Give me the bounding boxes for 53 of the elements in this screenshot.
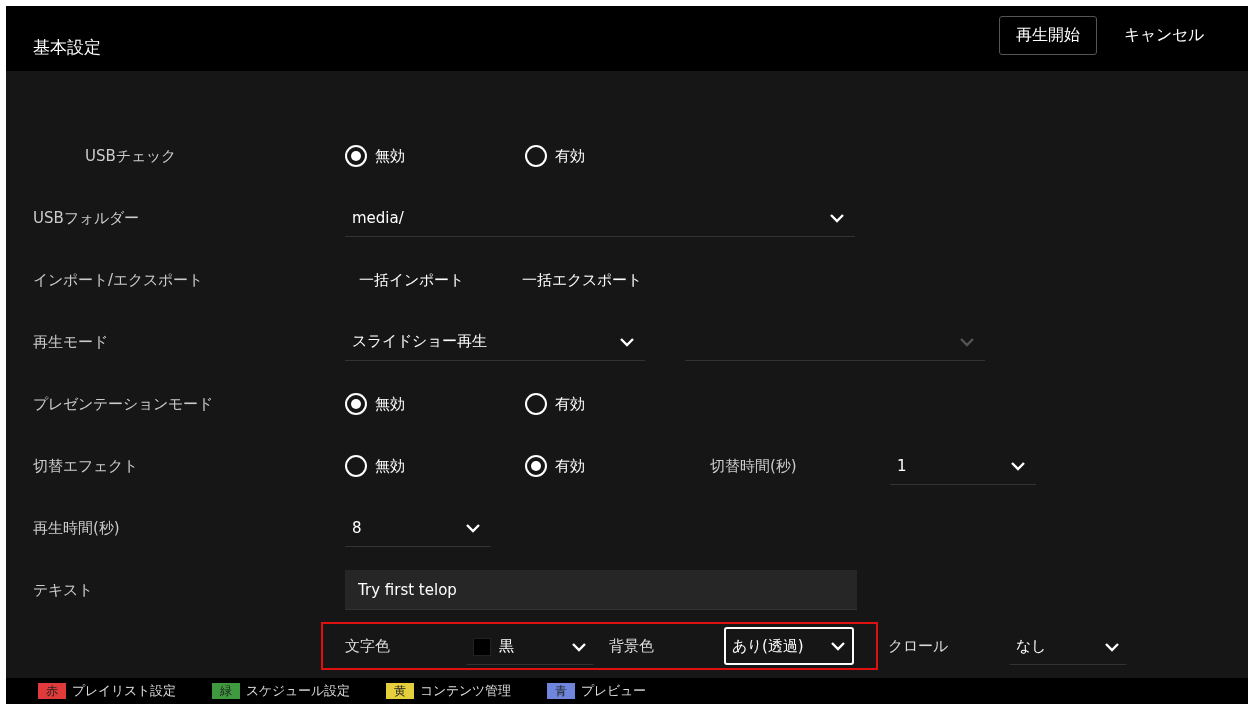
radio-label: 有効 [555, 146, 585, 166]
radio-label: 無効 [375, 456, 405, 476]
radio-label: 無効 [375, 146, 405, 166]
chevron-down-icon [1010, 460, 1026, 471]
setting-label: インポート/エクスポート [33, 270, 205, 290]
cancel-button[interactable]: キャンセル [1107, 16, 1221, 55]
text-field[interactable]: Try first telop [345, 570, 857, 610]
page-title: 基本設定 [33, 36, 102, 59]
dropdown[interactable]: 8 [345, 509, 491, 547]
chevron-down-icon [1104, 641, 1120, 652]
setting-label: プレゼンテーションモード [33, 394, 214, 414]
setting-label: 再生モード [33, 332, 109, 352]
color-key: 緑 [212, 683, 240, 699]
radio-option[interactable]: 無効 [345, 393, 525, 415]
dropdown[interactable]: スライドショー再生 [345, 323, 645, 361]
chevron-down-icon [571, 641, 587, 652]
action-button[interactable]: 一括エクスポート [508, 262, 656, 298]
setting-label: USBチェック [85, 146, 177, 166]
key-label: コンテンツ管理 [420, 682, 511, 700]
field-label: クロール [888, 636, 949, 656]
chevron-down-icon [829, 212, 845, 223]
radio-option[interactable]: 有効 [525, 145, 705, 167]
chevron-down-icon [959, 336, 975, 347]
dropdown[interactable]: 黒 [465, 627, 595, 665]
color-key: 黄 [386, 683, 414, 699]
dropdown[interactable]: media/ [345, 199, 855, 237]
field-label: 文字色 [345, 636, 391, 656]
radio-option[interactable]: 無効 [345, 145, 525, 167]
dropdown[interactable]: あり(透過) [724, 627, 854, 665]
setting-label: テキスト [33, 580, 94, 600]
radio-option[interactable]: 無効 [345, 455, 525, 477]
key-label: スケジュール設定 [246, 682, 350, 700]
color-key: 青 [547, 683, 575, 699]
dropdown[interactable]: なし [1008, 627, 1128, 665]
chevron-down-icon [830, 641, 846, 651]
radio-label: 有効 [555, 394, 585, 414]
radio-option[interactable]: 有効 [525, 455, 705, 477]
radio-label: 無効 [375, 394, 405, 414]
setting-label: 切替エフェクト [33, 456, 139, 476]
play-button[interactable]: 再生開始 [999, 16, 1097, 55]
key-label: プレイリスト設定 [72, 682, 176, 700]
color-key: 赤 [38, 683, 66, 699]
key-label: プレビュー [581, 682, 646, 700]
setting-label: 切替時間(秒) [709, 456, 798, 476]
radio-label: 有効 [555, 456, 585, 476]
dropdown[interactable]: 1 [890, 447, 1036, 485]
chevron-down-icon [619, 336, 635, 347]
setting-label: USBフォルダー [33, 208, 140, 228]
radio-option[interactable]: 有効 [525, 393, 705, 415]
setting-label: 再生時間(秒) [33, 518, 121, 538]
field-label: 背景色 [609, 636, 655, 656]
chevron-down-icon [465, 522, 481, 533]
action-button[interactable]: 一括インポート [345, 262, 478, 298]
